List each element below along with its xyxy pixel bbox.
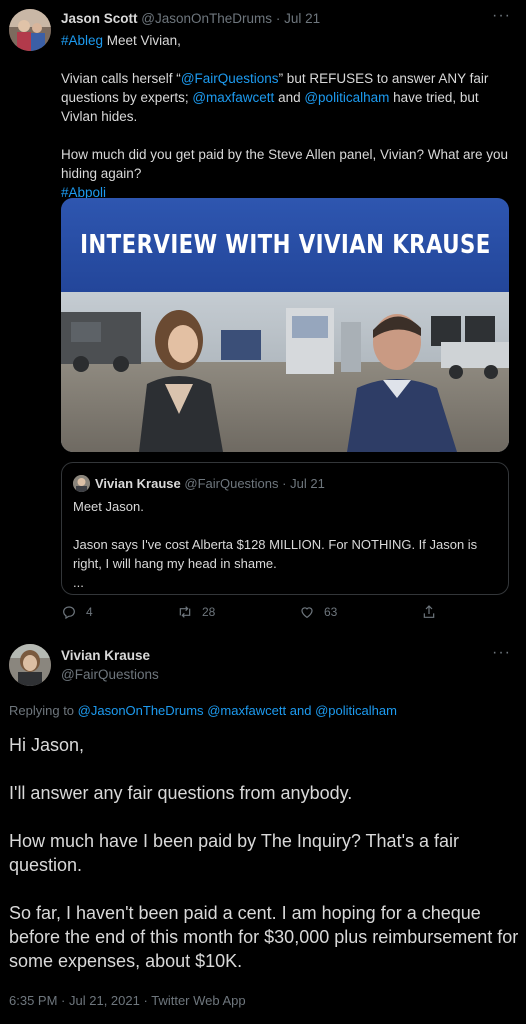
tweet-header: Jason Scott @JasonOnTheDrums · Jul 21 (61, 11, 321, 26)
tweet-time[interactable]: Jul 21 (284, 11, 320, 26)
author-name[interactable]: Jason Scott (61, 11, 138, 26)
retweet-icon (179, 606, 191, 618)
retweet-count: 28 (202, 605, 216, 619)
reply-icon (63, 606, 75, 620)
tweet-source: Twitter Web App (151, 993, 246, 1008)
share-icon (423, 605, 435, 618)
avatar[interactable] (73, 475, 90, 492)
avatar-photo-icon (9, 644, 51, 686)
tweet-timestamp[interactable]: 6:35 PM (9, 993, 57, 1008)
quoted-tweet-header: Vivian Krause @FairQuestions · Jul 21 (95, 476, 325, 491)
like-button[interactable]: 63 (299, 604, 337, 620)
quote-line: Meet Jason. (73, 499, 144, 514)
reply-count: 4 (86, 605, 93, 619)
media-banner-text: INTERVIEW WITH VIVIAN KRAUSE (79, 230, 491, 260)
quoted-tweet[interactable]: Vivian Krause @FairQuestions · Jul 21 Me… (61, 462, 509, 595)
tweet-text: Hi Jason, I'll answer any fair questions… (9, 733, 519, 973)
tweet-media-image[interactable]: INTERVIEW WITH VIVIAN KRAUSE (61, 198, 509, 452)
mention-link[interactable]: @politicalham (315, 703, 397, 718)
reply-button[interactable]: 4 (61, 604, 93, 620)
hashtag-link[interactable]: #Ableg (61, 33, 103, 48)
mention-link[interactable]: @JasonOnTheDrums (78, 703, 204, 718)
replying-to: Replying to @JasonOnTheDrums @maxfawcett… (9, 703, 397, 718)
tweet-meta: 6:35 PM · Jul 21, 2021 · Twitter Web App (9, 993, 246, 1008)
tweet-paragraph: So far, I haven't been paid a cent. I am… (9, 903, 519, 971)
tweet-paragraph: How much did you get paid by the Steve A… (61, 147, 509, 181)
avatar-photo-icon (9, 9, 51, 51)
tweet-paragraph: How much have I been paid by The Inquiry… (9, 831, 460, 875)
author-name: Vivian Krause (95, 476, 181, 491)
mention-link[interactable]: @FairQuestions (181, 71, 279, 86)
author-handle: @FairQuestions (184, 476, 279, 491)
more-options-icon[interactable]: ··· (492, 7, 511, 25)
quoted-tweet-text: Meet Jason. Jason says I've cost Alberta… (73, 497, 499, 592)
share-button[interactable] (421, 604, 437, 620)
heart-icon (301, 607, 313, 619)
author-name[interactable]: Vivian Krause (61, 648, 150, 663)
avatar-photo-icon (73, 475, 90, 492)
tweet-text: #Ableg Meet Vivian, Vivian calls herself… (61, 33, 509, 200)
retweet-button[interactable]: 28 (177, 604, 215, 620)
tweet-date[interactable]: Jul 21, 2021 (69, 993, 140, 1008)
quote-line: Jason says I've cost Alberta $128 MILLIO… (73, 537, 478, 571)
author-handle[interactable]: @JasonOnTheDrums (141, 11, 272, 26)
tweet-time: Jul 21 (290, 476, 325, 491)
tweet-paragraph: I'll answer any fair questions from anyb… (9, 783, 353, 803)
like-count: 63 (324, 605, 338, 619)
interview-photo (61, 292, 509, 452)
tweet-jason-scott[interactable]: Jason Scott @JasonOnTheDrums · Jul 21 ··… (0, 0, 526, 640)
more-options-icon[interactable]: ··· (492, 644, 511, 662)
mention-link[interactable]: @politicalham (304, 90, 389, 105)
quote-ellipsis: ... (73, 575, 84, 590)
mention-link[interactable]: @maxfawcett (207, 703, 286, 718)
avatar[interactable] (9, 9, 51, 51)
media-banner: INTERVIEW WITH VIVIAN KRAUSE (61, 198, 509, 292)
avatar[interactable] (9, 644, 51, 686)
tweet-paragraph: Hi Jason, (9, 735, 85, 755)
author-handle[interactable]: @FairQuestions (61, 667, 159, 682)
mention-link[interactable]: @maxfawcett (192, 90, 274, 105)
